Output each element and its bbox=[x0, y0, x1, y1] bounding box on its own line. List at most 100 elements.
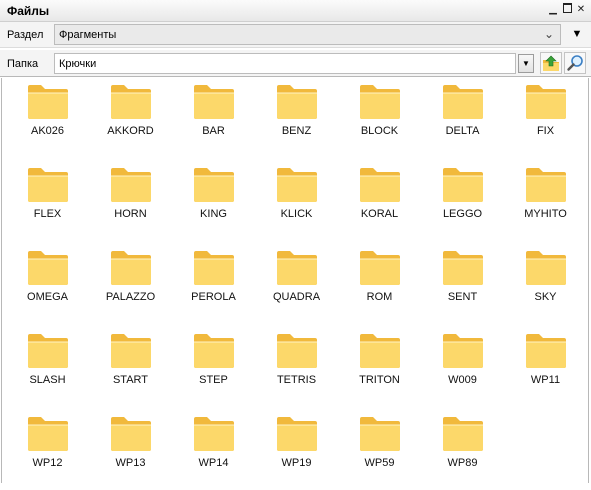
folder-icon bbox=[194, 168, 234, 202]
folder-item[interactable]: FIX bbox=[504, 78, 587, 158]
folder-name: WP59 bbox=[364, 457, 395, 469]
folder-name: SKY bbox=[534, 291, 557, 303]
folder-icon bbox=[111, 334, 151, 368]
title-bar: Файлы ▁ ✕ bbox=[0, 0, 591, 22]
folder-name: AK026 bbox=[30, 125, 65, 137]
folder-item[interactable]: HORN bbox=[89, 161, 172, 241]
folder-icon bbox=[360, 85, 400, 119]
folder-icon bbox=[277, 251, 317, 285]
section-label: Раздел bbox=[7, 29, 44, 41]
folder-item[interactable]: WP59 bbox=[338, 410, 421, 490]
folder-item[interactable]: W009 bbox=[421, 327, 504, 407]
folder-icon bbox=[443, 168, 483, 202]
folder-item[interactable]: WP89 bbox=[421, 410, 504, 490]
folder-item[interactable]: WP13 bbox=[89, 410, 172, 490]
folder-item[interactable]: WP11 bbox=[504, 327, 587, 407]
folder-up-button[interactable] bbox=[540, 52, 562, 74]
folder-icon bbox=[443, 417, 483, 451]
folder-item[interactable]: DELTA bbox=[421, 78, 504, 158]
folder-name: WP12 bbox=[32, 457, 63, 469]
folder-name: HORN bbox=[114, 208, 147, 220]
folder-dropdown-button[interactable]: ▼ bbox=[518, 54, 534, 73]
folder-item[interactable]: KING bbox=[172, 161, 255, 241]
folder-name: PALAZZO bbox=[105, 291, 156, 303]
folder-item[interactable]: KORAL bbox=[338, 161, 421, 241]
folder-icon bbox=[277, 168, 317, 202]
folder-name: WP89 bbox=[447, 457, 478, 469]
folder-name: DELTA bbox=[445, 125, 480, 137]
folder-row: Папка Крючки ▼ bbox=[0, 50, 591, 77]
folder-item[interactable]: WP12 bbox=[6, 410, 89, 490]
folder-item[interactable]: TRITON bbox=[338, 327, 421, 407]
folder-name: PEROLA bbox=[191, 291, 236, 303]
folder-icon bbox=[28, 85, 68, 119]
folder-name: SENT bbox=[447, 291, 478, 303]
folder-item[interactable]: SLASH bbox=[6, 327, 89, 407]
folder-item[interactable]: OMEGA bbox=[6, 244, 89, 324]
folder-item[interactable]: SENT bbox=[421, 244, 504, 324]
search-button[interactable] bbox=[564, 52, 586, 74]
folder-item[interactable]: MYHITO bbox=[504, 161, 587, 241]
minimize-icon[interactable]: ▁ bbox=[546, 3, 560, 17]
folder-item[interactable]: PALAZZO bbox=[89, 244, 172, 324]
folder-item[interactable]: ROM bbox=[338, 244, 421, 324]
folder-item[interactable]: KLICK bbox=[255, 161, 338, 241]
folder-item[interactable]: FLEX bbox=[6, 161, 89, 241]
close-icon[interactable]: ✕ bbox=[574, 3, 588, 17]
folder-item[interactable]: AK026 bbox=[6, 78, 89, 158]
folder-name: WP19 bbox=[281, 457, 312, 469]
folder-icon bbox=[28, 168, 68, 202]
folder-icon bbox=[28, 417, 68, 451]
folder-name: KORAL bbox=[360, 208, 399, 220]
folder-icon bbox=[526, 85, 566, 119]
folder-item[interactable]: BAR bbox=[172, 78, 255, 158]
folder-up-icon bbox=[543, 55, 559, 71]
folder-icon bbox=[194, 85, 234, 119]
folder-item[interactable]: WP19 bbox=[255, 410, 338, 490]
folder-item[interactable]: PEROLA bbox=[172, 244, 255, 324]
folder-input[interactable]: Крючки bbox=[54, 53, 516, 74]
folder-icon bbox=[194, 251, 234, 285]
folder-name: BLOCK bbox=[360, 125, 399, 137]
folder-label: Папка bbox=[7, 58, 39, 70]
folder-item[interactable]: START bbox=[89, 327, 172, 407]
folder-icon bbox=[194, 334, 234, 368]
folder-item[interactable]: STEP bbox=[172, 327, 255, 407]
folder-name: OMEGA bbox=[27, 291, 68, 303]
section-value: Фрагменты bbox=[59, 29, 117, 41]
chevron-down-icon[interactable]: ⌄ bbox=[542, 26, 556, 43]
folder-icon bbox=[277, 417, 317, 451]
search-icon bbox=[567, 55, 583, 71]
folder-name: KLICK bbox=[280, 208, 313, 220]
folder-icon bbox=[443, 85, 483, 119]
folder-name: W009 bbox=[448, 374, 477, 386]
section-select[interactable]: Фрагменты ⌄ bbox=[54, 24, 561, 45]
folder-item[interactable]: LEGGO bbox=[421, 161, 504, 241]
maximize-icon[interactable] bbox=[560, 3, 574, 17]
folder-icon bbox=[443, 251, 483, 285]
folder-item[interactable]: QUADRA bbox=[255, 244, 338, 324]
menu-arrow-icon[interactable]: ▼ bbox=[570, 26, 584, 42]
folder-name: SLASH bbox=[29, 374, 66, 386]
folder-name: FLEX bbox=[33, 208, 62, 220]
folder-icon bbox=[526, 168, 566, 202]
folder-icon bbox=[111, 168, 151, 202]
folder-icon bbox=[360, 251, 400, 285]
folder-name: WP14 bbox=[198, 457, 229, 469]
folder-icon bbox=[360, 334, 400, 368]
folder-item[interactable]: SKY bbox=[504, 244, 587, 324]
folder-icon bbox=[443, 334, 483, 368]
folder-item[interactable]: AKKORD bbox=[89, 78, 172, 158]
window-title: Файлы bbox=[7, 4, 50, 18]
folder-item[interactable]: BENZ bbox=[255, 78, 338, 158]
folder-item[interactable]: BLOCK bbox=[338, 78, 421, 158]
folder-name: LEGGO bbox=[442, 208, 483, 220]
folder-name: WP13 bbox=[115, 457, 146, 469]
folder-name: FIX bbox=[536, 125, 555, 137]
folder-name: MYHITO bbox=[524, 208, 567, 220]
folder-item[interactable]: TETRIS bbox=[255, 327, 338, 407]
folder-name: STEP bbox=[199, 374, 228, 386]
folder-name: ROM bbox=[366, 291, 393, 303]
folder-icon bbox=[111, 85, 151, 119]
folder-item[interactable]: WP14 bbox=[172, 410, 255, 490]
